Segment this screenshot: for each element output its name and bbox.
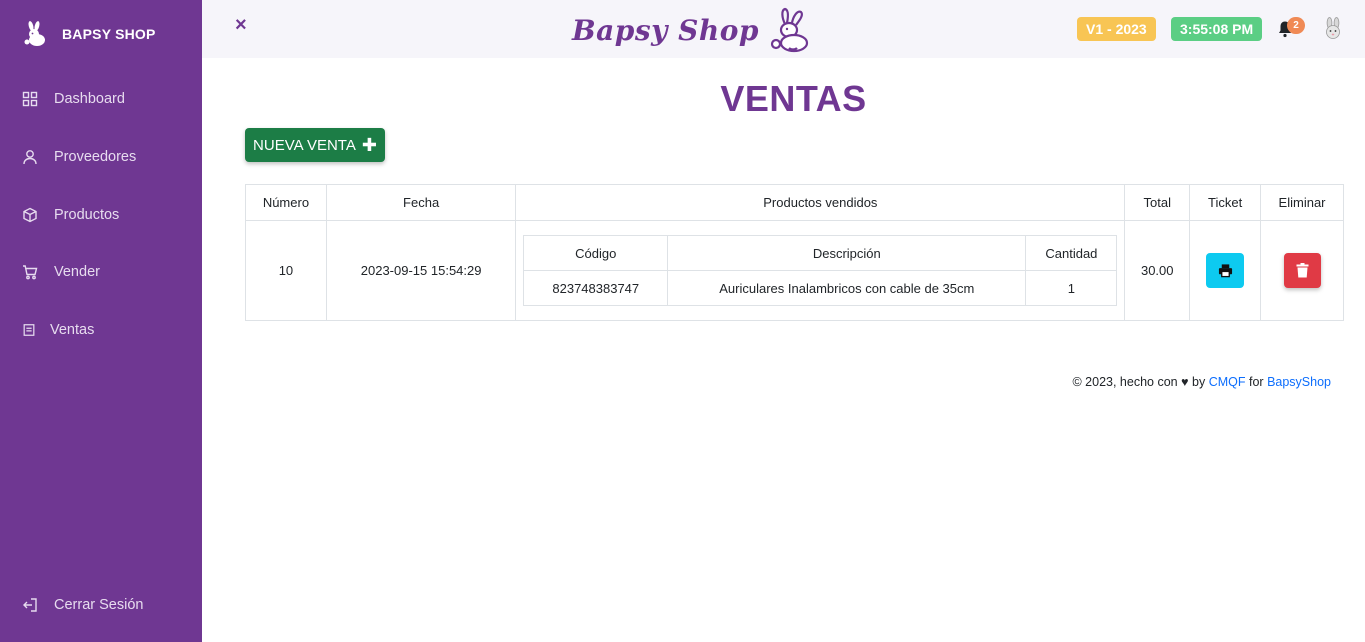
rabbit-icon <box>770 7 809 53</box>
close-icon[interactable]: × <box>235 14 247 37</box>
sales-table: Número Fecha Productos vendidos Total Ti… <box>245 184 1344 321</box>
footer-prefix: © 2023, hecho con <box>1072 375 1178 389</box>
brand[interactable]: BAPSY SHOP <box>22 21 156 47</box>
sidebar-item-vender[interactable]: Vender <box>22 264 100 280</box>
cell-cantidad: 1 <box>1025 270 1118 306</box>
grid-icon <box>22 91 38 107</box>
sidebar: BAPSY SHOP Dashboard Proveedores Product… <box>0 0 202 642</box>
cell-ticket <box>1189 220 1262 321</box>
cell-total: 30.00 <box>1124 220 1191 321</box>
sidebar-item-dashboard[interactable]: Dashboard <box>22 91 125 107</box>
subtable-row: 823748383747 Auriculares Inalambricos co… <box>523 270 1118 306</box>
top-header: × Bapsy Shop V1 - 2023 3:55:08 PM 2 <box>202 0 1365 58</box>
header-productos: Productos vendidos <box>515 184 1126 221</box>
site-link[interactable]: BapsyShop <box>1267 375 1331 389</box>
logout-icon <box>23 598 37 612</box>
notification-count-badge: 2 <box>1287 17 1305 34</box>
version-badge: V1 - 2023 <box>1077 17 1156 41</box>
table-header-row: Número Fecha Productos vendidos Total Ti… <box>245 184 1344 221</box>
logout-button[interactable]: Cerrar Sesión <box>22 597 143 613</box>
header-ticket: Ticket <box>1189 184 1262 221</box>
cell-codigo: 823748383747 <box>523 270 669 306</box>
header-cantidad: Cantidad <box>1025 235 1118 271</box>
brand-name: BAPSY SHOP <box>62 26 156 42</box>
sidebar-item-ventas[interactable]: Ventas <box>22 322 94 338</box>
trash-icon <box>1296 263 1309 278</box>
cell-descripcion: Auriculares Inalambricos con cable de 35… <box>667 270 1027 306</box>
print-ticket-button[interactable] <box>1206 253 1245 288</box>
clock-badge: 3:55:08 PM <box>1171 17 1263 41</box>
header-numero: Número <box>245 184 327 221</box>
box-icon <box>23 207 37 223</box>
cart-icon <box>23 265 38 280</box>
logo-text: Bapsy Shop <box>572 13 759 47</box>
sidebar-item-label: Proveedores <box>54 149 137 165</box>
footer-for: for <box>1248 375 1264 389</box>
sidebar-item-label: Productos <box>54 207 120 223</box>
subtable-header-row: Código Descripción Cantidad <box>523 235 1118 271</box>
sidebar-item-label: Ventas <box>50 322 95 338</box>
author-link[interactable]: CMQF <box>1209 375 1246 389</box>
printer-icon <box>1218 264 1232 278</box>
header-eliminar: Eliminar <box>1260 184 1344 221</box>
header-codigo: Código <box>523 235 669 271</box>
cell-numero: 10 <box>245 220 327 321</box>
logout-label: Cerrar Sesión <box>54 597 144 613</box>
new-sale-label: NUEVA VENTA <box>253 136 356 154</box>
page-title: VENTAS <box>720 78 867 119</box>
sidebar-item-productos[interactable]: Productos <box>22 207 119 223</box>
cell-eliminar <box>1260 220 1344 321</box>
header-fecha: Fecha <box>325 184 517 221</box>
footer-by: by <box>1192 375 1206 389</box>
table-row: 10 2023-09-15 15:54:29 Código Descripció… <box>245 220 1344 321</box>
delete-sale-button[interactable] <box>1283 253 1321 288</box>
avatar[interactable] <box>1322 17 1344 41</box>
footer: © 2023, hecho con ♥ by CMQF for BapsySho… <box>1072 375 1331 389</box>
sidebar-item-label: Dashboard <box>54 91 125 107</box>
heart-icon: ♥ <box>1181 375 1189 389</box>
header-logo: Bapsy Shop <box>572 6 815 54</box>
header-total: Total <box>1124 184 1191 221</box>
receipt-icon <box>23 324 35 336</box>
header-descripcion: Descripción <box>667 235 1027 271</box>
cell-productos: Código Descripción Cantidad 823748383747… <box>515 220 1126 321</box>
rabbit-logo-icon <box>24 21 45 46</box>
sidebar-item-proveedores[interactable]: Proveedores <box>22 149 136 165</box>
new-sale-button[interactable]: NUEVA VENTA ✚ <box>245 128 385 162</box>
plus-icon: ✚ <box>361 134 377 155</box>
sidebar-item-label: Vender <box>54 264 100 280</box>
user-icon <box>23 150 37 165</box>
cell-fecha: 2023-09-15 15:54:29 <box>325 220 517 321</box>
products-subtable: Código Descripción Cantidad 823748383747… <box>523 235 1118 306</box>
